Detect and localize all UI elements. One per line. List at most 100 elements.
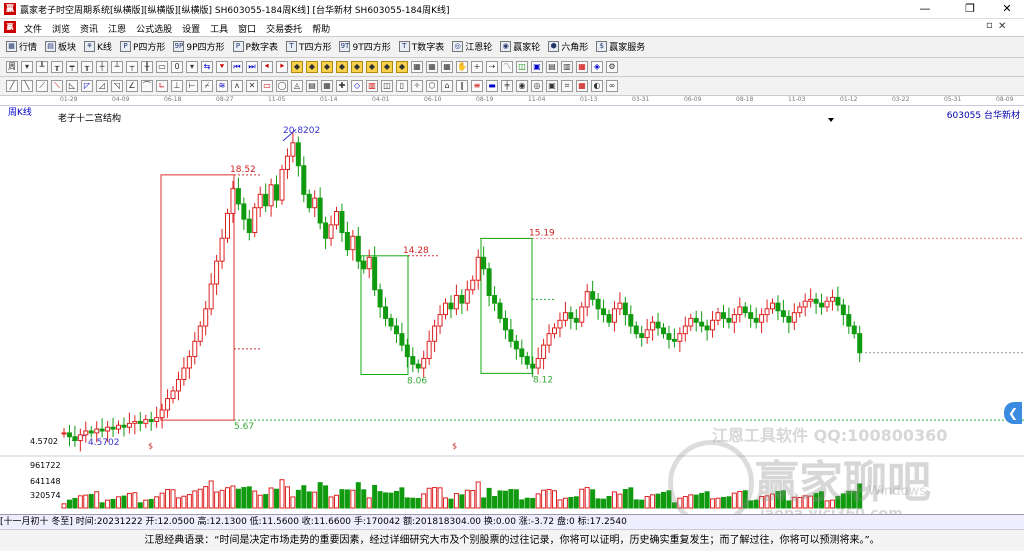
- draw-tool-icon-28[interactable]: ▦: [426, 61, 438, 73]
- draw-tool-icon-26[interactable]: ◆: [396, 61, 408, 73]
- draw-tool-icon-22[interactable]: ◆: [336, 61, 348, 73]
- indicator-tool-icon-32[interactable]: ▬: [486, 80, 498, 92]
- draw-tool-icon-30[interactable]: ✋: [456, 61, 468, 73]
- indicator-tool-icon-30[interactable]: ∥: [456, 80, 468, 92]
- menu-item-9[interactable]: 帮助: [312, 22, 330, 35]
- toolbar-btn-5[interactable]: P P数字表: [232, 40, 278, 53]
- indicator-tool-icon-0[interactable]: ╱: [6, 80, 18, 92]
- indicator-tool-icon-22[interactable]: ✚: [336, 80, 348, 92]
- draw-tool-icon-13[interactable]: ⇆: [201, 61, 213, 73]
- indicator-tool-icon-6[interactable]: ◿: [96, 80, 108, 92]
- draw-tool-icon-23[interactable]: ◆: [351, 61, 363, 73]
- menu-item-4[interactable]: 公式选股: [136, 22, 172, 35]
- draw-tool-icon-27[interactable]: ▦: [411, 61, 423, 73]
- indicator-tool-icon-27[interactable]: ✧: [411, 80, 423, 92]
- toolbar-btn-3[interactable]: P P四方形: [119, 40, 165, 53]
- draw-tool-icon-40[interactable]: ⚙: [606, 61, 618, 73]
- indicator-tool-icon-1[interactable]: ╲: [21, 80, 33, 92]
- menu-item-5[interactable]: 设置: [182, 22, 200, 35]
- indicator-tool-icon-16[interactable]: ✕: [246, 80, 258, 92]
- draw-tool-icon-19[interactable]: ◆: [291, 61, 303, 73]
- indicator-tool-icon-20[interactable]: ▤: [306, 80, 318, 92]
- draw-tool-icon-5[interactable]: ┰: [81, 61, 93, 73]
- draw-tool-icon-3[interactable]: ╥: [51, 61, 63, 73]
- indicator-tool-icon-23[interactable]: ◇: [351, 80, 363, 92]
- draw-tool-icon-0[interactable]: 周: [6, 61, 18, 73]
- indicator-tool-icon-21[interactable]: ▦: [321, 80, 333, 92]
- indicator-tool-icon-11[interactable]: ⊥: [171, 80, 183, 92]
- indicator-tool-icon-10[interactable]: ∟: [156, 80, 168, 92]
- indicator-tool-icon-38[interactable]: ▦: [576, 80, 588, 92]
- draw-tool-icon-20[interactable]: ◆: [306, 61, 318, 73]
- toolbar-btn-11[interactable]: ⬢ 六角形: [548, 40, 588, 53]
- draw-tool-icon-6[interactable]: ┼: [96, 61, 108, 73]
- draw-tool-icon-16[interactable]: ⏭: [246, 61, 258, 73]
- draw-tool-icon-15[interactable]: ⏮: [231, 61, 243, 73]
- draw-tool-icon-38[interactable]: ▦: [576, 61, 588, 73]
- minimize-button[interactable]: —: [910, 0, 940, 18]
- draw-tool-icon-14[interactable]: ⯆: [216, 61, 228, 73]
- draw-tool-icon-1[interactable]: ▾: [21, 61, 33, 73]
- menu-item-3[interactable]: 江恩: [108, 22, 126, 35]
- indicator-tool-icon-28[interactable]: ⬡: [426, 80, 438, 92]
- indicator-tool-icon-26[interactable]: ▯: [396, 80, 408, 92]
- draw-tool-icon-11[interactable]: 0: [171, 61, 183, 73]
- toolbar-btn-0[interactable]: ▦ 行情: [6, 40, 37, 53]
- indicator-tool-icon-3[interactable]: ⟍: [51, 80, 63, 92]
- draw-tool-icon-10[interactable]: ▭: [156, 61, 168, 73]
- close-button[interactable]: ✕: [992, 0, 1022, 18]
- indicator-tool-icon-4[interactable]: ◺: [66, 80, 78, 92]
- draw-tool-icon-7[interactable]: ┴: [111, 61, 123, 73]
- indicator-tool-icon-29[interactable]: ⌂: [441, 80, 453, 92]
- menu-close-icon[interactable]: ✕: [998, 21, 1006, 32]
- indicator-tool-icon-40[interactable]: ∞: [606, 80, 618, 92]
- draw-tool-icon-8[interactable]: ┬: [126, 61, 138, 73]
- draw-tool-icon-39[interactable]: ◈: [591, 61, 603, 73]
- indicator-tool-icon-2[interactable]: ⟋: [36, 80, 48, 92]
- restore-button[interactable]: ❐: [955, 0, 985, 18]
- indicator-tool-icon-37[interactable]: ⌗: [561, 80, 573, 92]
- toolbar-btn-6[interactable]: T T四方形: [285, 40, 331, 53]
- indicator-tool-icon-14[interactable]: ≋: [216, 80, 228, 92]
- draw-tool-icon-18[interactable]: ⯈: [276, 61, 288, 73]
- draw-tool-icon-17[interactable]: ⯇: [261, 61, 273, 73]
- draw-tool-icon-29[interactable]: ▦: [441, 61, 453, 73]
- toolbar-btn-10[interactable]: ◉ 赢家轮: [500, 40, 540, 53]
- indicator-tool-icon-9[interactable]: ⌒: [141, 80, 153, 92]
- indicator-tool-icon-36[interactable]: ▣: [546, 80, 558, 92]
- indicator-tool-icon-31[interactable]: ≡: [471, 80, 483, 92]
- draw-tool-icon-36[interactable]: ▤: [546, 61, 558, 73]
- draw-tool-icon-37[interactable]: ▥: [561, 61, 573, 73]
- toolbar-btn-7[interactable]: 9T 9T四方形: [339, 40, 391, 53]
- draw-tool-icon-9[interactable]: ╫: [141, 61, 153, 73]
- indicator-tool-icon-18[interactable]: ◯: [276, 80, 288, 92]
- indicator-tool-icon-15[interactable]: ʌ: [231, 80, 243, 92]
- draw-tool-icon-12[interactable]: ▾: [186, 61, 198, 73]
- indicator-tool-icon-8[interactable]: ∠: [126, 80, 138, 92]
- menu-item-8[interactable]: 交易委托: [266, 22, 302, 35]
- indicator-tool-icon-34[interactable]: ◉: [516, 80, 528, 92]
- menu-item-0[interactable]: 文件: [24, 22, 42, 35]
- indicator-tool-icon-7[interactable]: ◹: [111, 80, 123, 92]
- toolbar-btn-1[interactable]: ▤ 板块: [45, 40, 76, 53]
- draw-tool-icon-4[interactable]: ┯: [66, 61, 78, 73]
- draw-tool-icon-2[interactable]: ╨: [36, 61, 48, 73]
- draw-tool-icon-34[interactable]: ◫: [516, 61, 528, 73]
- draw-tool-icon-24[interactable]: ◆: [366, 61, 378, 73]
- draw-tool-icon-35[interactable]: ▣: [531, 61, 543, 73]
- toolbar-btn-9[interactable]: ◎ 江恩轮: [452, 40, 492, 53]
- indicator-tool-icon-25[interactable]: ◫: [381, 80, 393, 92]
- menu-item-6[interactable]: 工具: [210, 22, 228, 35]
- side-collapse-button[interactable]: ❮: [1004, 402, 1022, 424]
- indicator-tool-icon-33[interactable]: ╪: [501, 80, 513, 92]
- draw-tool-icon-31[interactable]: +: [471, 61, 483, 73]
- toolbar-btn-12[interactable]: $ 赢家服务: [596, 40, 645, 53]
- draw-tool-icon-25[interactable]: ◆: [381, 61, 393, 73]
- indicator-tool-icon-17[interactable]: ▭: [261, 80, 273, 92]
- menu-item-1[interactable]: 浏览: [52, 22, 70, 35]
- indicator-tool-icon-24[interactable]: ▥: [366, 80, 378, 92]
- menu-item-7[interactable]: 窗口: [238, 22, 256, 35]
- toolbar-btn-4[interactable]: 9P 9P四方形: [173, 40, 225, 53]
- indicator-tool-icon-12[interactable]: ⊢: [186, 80, 198, 92]
- draw-tool-icon-33[interactable]: 〽: [501, 61, 513, 73]
